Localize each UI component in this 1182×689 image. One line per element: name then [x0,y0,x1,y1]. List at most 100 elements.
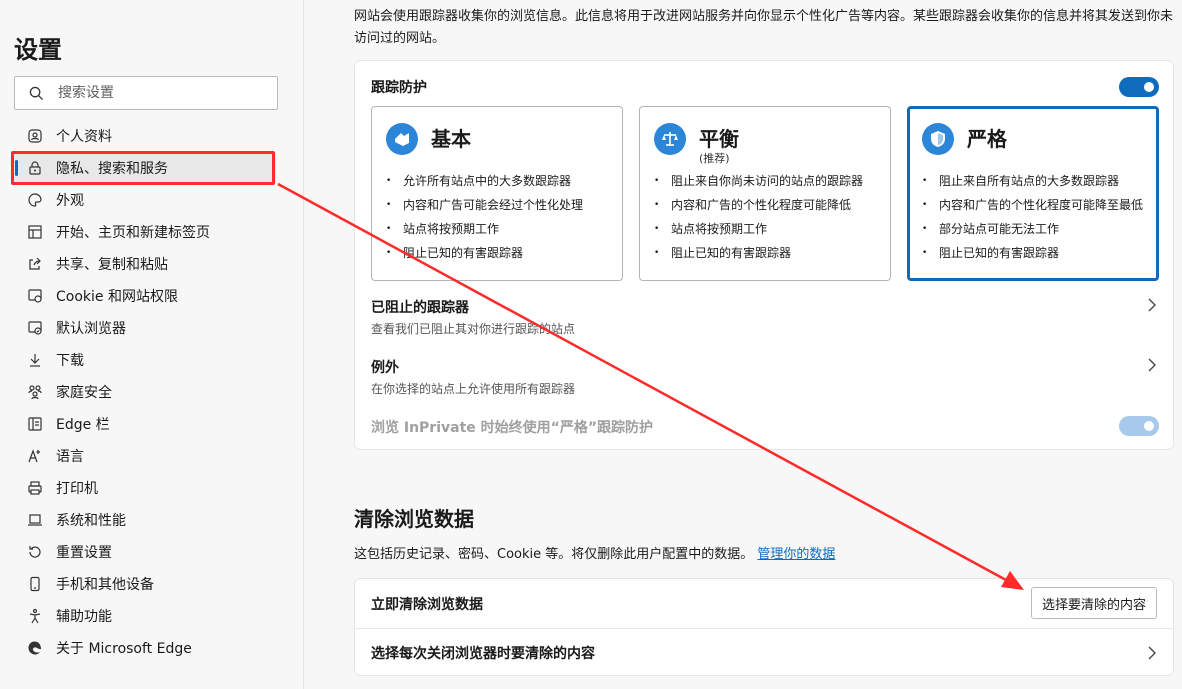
sidebar-item[interactable]: 个人资料 [14,120,276,152]
share-icon [26,255,44,273]
sidebar-item[interactable]: 语言 [14,440,276,472]
tracking-prevention-title: 跟踪防护 [371,80,427,96]
clear-data-desc-text: 这包括历史记录、密码、Cookie 等。将仅删除此用户配置中的数据。 [354,547,754,562]
list-item: 内容和广告的个性化程度可能降低 [654,193,863,217]
sidebar-item-label: 个人资料 [56,129,112,145]
blocked-trackers-desc: 查看我们已阻止其对你进行跟踪的站点 [371,322,576,336]
balance-icon [654,123,686,155]
sidebar-item[interactable]: 默认浏览器 [14,312,276,344]
list-item: 内容和广告的个性化程度可能降至最低 [922,193,1143,217]
manage-data-link[interactable]: 管理你的数据 [757,547,835,562]
choose-clear-button[interactable]: 选择要清除的内容 [1030,587,1157,619]
page-title: 设置 [14,36,62,64]
sidebar-item[interactable]: 打印机 [14,472,276,504]
list-item: 内容和广告可能会经过个性化处理 [386,193,583,217]
lock-icon [26,159,44,177]
printer-icon [26,479,44,497]
option-strict[interactable]: 严格 阻止来自所有站点的大多数跟踪器 内容和广告的个性化程度可能降至最低 部分站… [907,106,1159,281]
sidebar-item-label: 关于 Microsoft Edge [56,641,192,657]
list-item: 站点将按预期工作 [654,217,863,241]
sidebar-item[interactable]: 重置设置 [14,536,276,568]
option-strict-name: 严格 [967,127,1007,151]
sidebar-item[interactable]: Edge 栏 [14,408,276,440]
cookie-icon [26,287,44,305]
sidebar-item[interactable]: 共享、复制和粘贴 [14,248,276,280]
default-browser-icon [26,319,44,337]
option-basic[interactable]: 基本 允许所有站点中的大多数跟踪器 内容和广告可能会经过个性化处理 站点将按预期… [371,106,623,281]
sidebar-item-label: 家庭安全 [56,385,112,401]
sidebar-item[interactable]: 隐私、搜索和服务 [14,152,276,184]
sidebar-item-label: Cookie 和网站权限 [56,289,178,305]
list-item: 阻止来自你尚未访问的站点的跟踪器 [654,169,863,193]
sidebar-item[interactable]: 下载 [14,344,276,376]
sidebar-item[interactable]: 辅助功能 [14,600,276,632]
palette-icon [26,191,44,209]
option-basic-name: 基本 [431,127,471,151]
sidebar-item-label: 共享、复制和粘贴 [56,257,168,273]
clear-now-row: 立即清除浏览数据 选择要清除的内容 [355,579,1173,628]
list-item: 阻止已知的有害跟踪器 [654,241,863,265]
sidebar-item-label: 打印机 [56,481,98,497]
laptop-icon [26,511,44,529]
sidebar-item-label: 语言 [56,449,84,465]
chevron-right-icon [1148,646,1156,660]
sidebar: 设置 个人资料隐私、搜索和服务外观开始、主页和新建标签页共享、复制和粘贴 Cook… [0,0,304,689]
sidebar-item-label: 下载 [56,353,84,369]
clear-on-close-row[interactable]: 选择每次关闭浏览器时要清除的内容 [355,628,1173,677]
main-content: 网站会使用跟踪器收集你的浏览信息。此信息将用于改进网站服务并向你显示个性化广告等… [304,0,1182,689]
clear-data-desc: 这包括历史记录、密码、Cookie 等。将仅删除此用户配置中的数据。 管理你的数… [354,544,835,566]
list-item: 阻止已知的有害跟踪器 [922,241,1143,265]
blocked-trackers-title[interactable]: 已阻止的跟踪器 [371,297,469,317]
list-item: 阻止已知的有害跟踪器 [386,241,583,265]
sidebar-item-label: 重置设置 [56,545,112,561]
exceptions-title[interactable]: 例外 [371,357,399,377]
list-item: 阻止来自所有站点的大多数跟踪器 [922,169,1143,193]
sidebar-item-label: 外观 [56,193,84,209]
option-balanced-bullets: 阻止来自你尚未访问的站点的跟踪器 内容和广告的个性化程度可能降低 站点将按预期工… [654,169,863,265]
inprivate-strict-label: 浏览 InPrivate 时始终使用“严格”跟踪防护 [371,420,654,436]
clear-now-label: 立即清除浏览数据 [371,596,483,613]
search-icon [29,86,44,100]
option-balanced[interactable]: 平衡 (推荐) 阻止来自你尚未访问的站点的跟踪器 内容和广告的个性化程度可能降低… [639,106,891,281]
sidebar-nav: 个人资料隐私、搜索和服务 外观开始、主页和新建标签页共享、复制和粘贴 Cookie … [14,120,276,664]
list-item: 允许所有站点中的大多数跟踪器 [386,169,583,193]
clear-data-card: 立即清除浏览数据 选择要清除的内容 选择每次关闭浏览器时要清除的内容 [354,578,1174,676]
clear-data-title: 清除浏览数据 [354,507,474,531]
option-balanced-recommended: (推荐) [699,152,730,165]
accessibility-icon [26,607,44,625]
search-box[interactable] [14,76,278,110]
sidebar-item[interactable]: 开始、主页和新建标签页 [14,216,276,248]
download-icon [26,351,44,369]
option-basic-bullets: 允许所有站点中的大多数跟踪器 内容和广告可能会经过个性化处理 站点将按预期工作 … [386,169,583,265]
language-icon [26,447,44,465]
tracking-prevention-toggle[interactable] [1119,77,1159,97]
family-icon [26,383,44,401]
sidebar-item-label: 隐私、搜索和服务 [56,161,168,177]
edge-logo-icon [26,639,44,657]
sidebar-item[interactable]: 系统和性能 [14,504,276,536]
shield-icon [922,123,954,155]
profile-icon [26,127,44,145]
sidebar-item-label: 系统和性能 [56,513,126,529]
basic-icon [386,123,418,155]
sidebar-item[interactable]: 手机和其他设备 [14,568,276,600]
chevron-right-icon[interactable] [1147,297,1157,313]
search-input[interactable] [58,85,258,101]
list-item: 部分站点可能无法工作 [922,217,1143,241]
sidebar-item-label: 默认浏览器 [56,321,126,337]
phone-icon [26,575,44,593]
sidebar-item[interactable]: 关于 Microsoft Edge [14,632,276,664]
clear-on-close-label: 选择每次关闭浏览器时要清除的内容 [371,646,595,662]
list-item: 站点将按预期工作 [386,217,583,241]
sidebar-item-label: 手机和其他设备 [56,577,154,593]
option-balanced-name: 平衡 [699,127,739,151]
edge-bar-icon [26,415,44,433]
sidebar-item[interactable]: 家庭安全 [14,376,276,408]
inprivate-strict-toggle[interactable] [1119,416,1159,436]
sidebar-item-label: Edge 栏 [56,417,110,433]
sidebar-item[interactable]: Cookie 和网站权限 [14,280,276,312]
sidebar-item[interactable]: 外观 [14,184,276,216]
option-strict-bullets: 阻止来自所有站点的大多数跟踪器 内容和广告的个性化程度可能降至最低 部分站点可能… [922,169,1143,265]
chevron-right-icon[interactable] [1147,357,1157,373]
sidebar-item-label: 辅助功能 [56,609,112,625]
